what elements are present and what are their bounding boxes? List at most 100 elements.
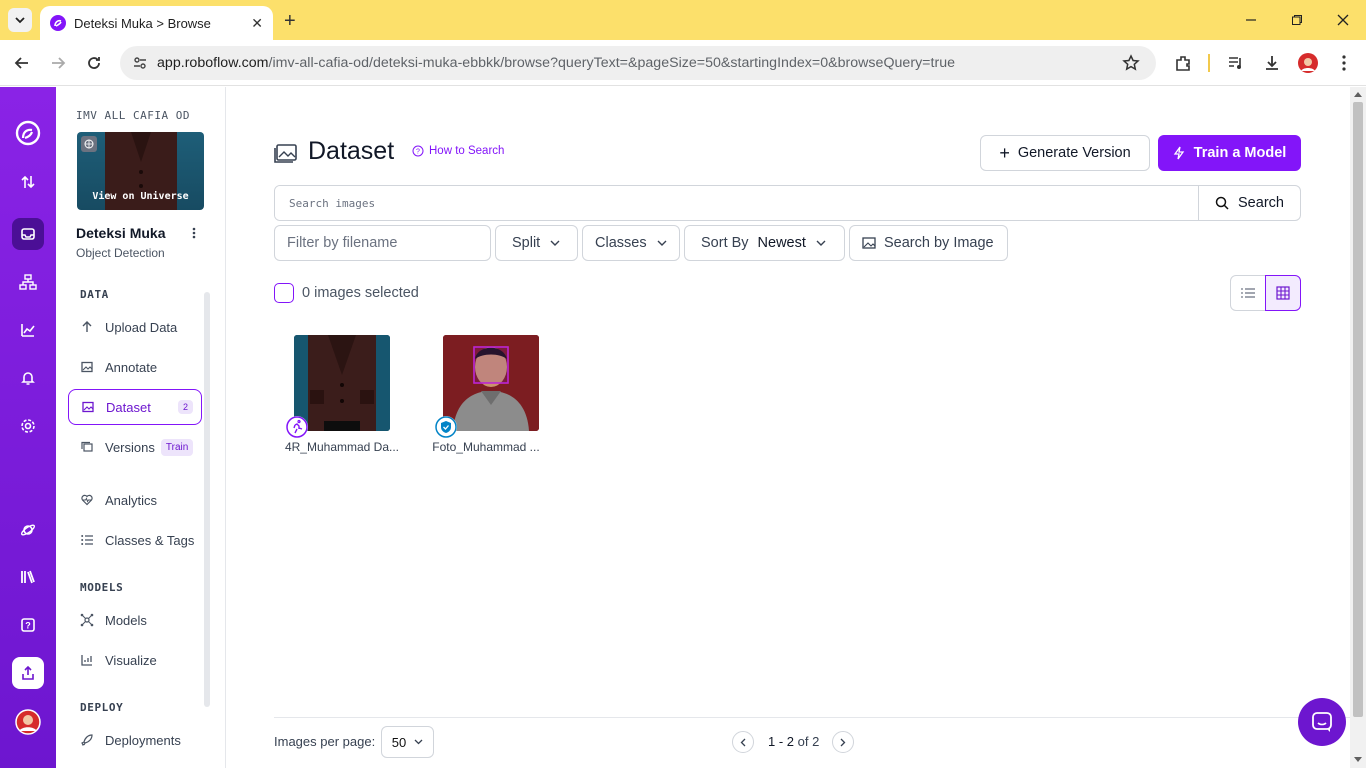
image-filename: Foto_Muhammad ... bbox=[432, 440, 540, 454]
reload-icon[interactable] bbox=[83, 52, 105, 74]
notifications-icon[interactable] bbox=[12, 362, 44, 394]
back-icon[interactable] bbox=[11, 52, 33, 74]
heart-pulse-icon bbox=[80, 493, 94, 507]
section-data: DATA bbox=[80, 288, 109, 301]
sidebar-item-dataset[interactable]: Dataset 2 bbox=[68, 389, 202, 425]
sidebar-item-label: Models bbox=[105, 612, 147, 628]
universe-icon[interactable] bbox=[12, 514, 44, 546]
tab-search-button[interactable] bbox=[8, 8, 32, 32]
minimize-icon[interactable] bbox=[1241, 10, 1261, 30]
train-model-button[interactable]: Train a Model bbox=[1158, 135, 1301, 171]
bolt-icon bbox=[1173, 146, 1184, 160]
forward-icon[interactable] bbox=[47, 52, 69, 74]
browser-tab-bar: Deteksi Muka > Browse ✕ + bbox=[0, 0, 1366, 40]
sidebar-item-analytics[interactable]: Analytics bbox=[68, 482, 202, 518]
search-by-image-button[interactable]: Search by Image bbox=[849, 225, 1008, 261]
select-all-checkbox[interactable] bbox=[274, 283, 294, 303]
image-filename: 4R_Muhammad Da... bbox=[284, 440, 400, 454]
search-input[interactable] bbox=[275, 186, 1198, 220]
transfer-icon[interactable] bbox=[12, 166, 44, 198]
restore-icon[interactable] bbox=[1287, 10, 1307, 30]
project-thumbnail[interactable]: View on Universe bbox=[77, 132, 204, 210]
page-scrollbar[interactable] bbox=[1350, 87, 1366, 768]
chevron-left-icon bbox=[740, 738, 746, 746]
tab-title: Deteksi Muka > Browse bbox=[74, 15, 211, 31]
project-name: Deteksi Muka bbox=[76, 225, 166, 241]
browser-menu-icon[interactable] bbox=[1333, 52, 1355, 74]
workflows-icon[interactable] bbox=[12, 266, 44, 298]
project-type: Object Detection bbox=[76, 246, 165, 260]
sidebar-item-label: Analytics bbox=[105, 492, 158, 508]
search-button[interactable]: Search bbox=[1198, 186, 1300, 220]
workspace-name: IMV ALL CAFIA OD bbox=[76, 109, 190, 122]
sidebar-scrollbar[interactable] bbox=[204, 292, 210, 707]
images-per-page-select[interactable]: 50 bbox=[381, 726, 434, 758]
image-icon bbox=[862, 237, 876, 249]
sidebar-item-label: Classes & Tags bbox=[105, 532, 195, 548]
image-card[interactable] bbox=[443, 335, 539, 431]
monitoring-icon[interactable] bbox=[12, 314, 44, 346]
extensions-icon[interactable] bbox=[1172, 52, 1194, 74]
close-tab-icon[interactable]: ✕ bbox=[251, 15, 263, 32]
site-settings-icon[interactable] bbox=[132, 55, 148, 71]
sidebar-item-upload-data[interactable]: Upload Data bbox=[68, 309, 202, 345]
annotating-status-icon bbox=[286, 416, 308, 438]
main-content: Dataset ? How to Search + Generate Versi… bbox=[226, 87, 1350, 768]
media-controls-icon[interactable] bbox=[1225, 52, 1247, 74]
page-indicator: 1 - 2 of 2 bbox=[768, 734, 820, 749]
project-sidebar: IMV ALL CAFIA OD View on Universe Deteks… bbox=[56, 87, 226, 768]
sidebar-item-models[interactable]: Models bbox=[68, 602, 202, 638]
grid-view-toggle[interactable] bbox=[1265, 275, 1301, 311]
sidebar-item-label: Dataset bbox=[106, 399, 151, 415]
app-rail: ? bbox=[0, 87, 56, 768]
download-icon[interactable] bbox=[1261, 52, 1283, 74]
chart-icon bbox=[80, 653, 94, 667]
split-dropdown[interactable]: Split bbox=[495, 225, 578, 261]
how-to-search-link[interactable]: ? How to Search bbox=[412, 145, 504, 157]
sidebar-item-label: Upload Data bbox=[105, 319, 178, 335]
project-menu-icon[interactable] bbox=[192, 227, 196, 239]
sort-value: Newest bbox=[757, 235, 806, 251]
dataset-images-icon bbox=[274, 142, 298, 164]
close-window-icon[interactable] bbox=[1333, 10, 1353, 30]
next-page-button[interactable] bbox=[832, 731, 854, 753]
classes-dropdown[interactable]: Classes bbox=[582, 225, 680, 261]
docs-icon[interactable] bbox=[12, 561, 44, 593]
sidebar-item-annotate[interactable]: Annotate bbox=[68, 349, 202, 385]
images-icon bbox=[81, 400, 95, 414]
filename-filter-input[interactable] bbox=[287, 235, 478, 251]
arrow-up-icon bbox=[80, 320, 94, 334]
url-text: app.roboflow.com/imv-all-cafia-od/deteks… bbox=[157, 55, 956, 71]
selected-count: 0 images selected bbox=[302, 285, 419, 301]
chevron-down-icon bbox=[657, 240, 667, 246]
search-bar: Search bbox=[274, 185, 1301, 221]
section-deploy: DEPLOY bbox=[80, 701, 124, 714]
prev-page-button[interactable] bbox=[732, 731, 754, 753]
scrollbar-thumb[interactable] bbox=[1353, 102, 1363, 717]
sidebar-item-visualize[interactable]: Visualize bbox=[68, 642, 202, 678]
new-tab-icon[interactable]: + bbox=[284, 10, 296, 33]
svg-text:?: ? bbox=[25, 621, 31, 631]
browser-tab[interactable]: Deteksi Muka > Browse ✕ bbox=[40, 6, 273, 40]
chat-support-button[interactable] bbox=[1298, 698, 1346, 746]
address-bar[interactable]: app.roboflow.com/imv-all-cafia-od/deteks… bbox=[120, 46, 1156, 80]
bookmark-star-icon[interactable] bbox=[1122, 54, 1140, 72]
footer-divider bbox=[274, 717, 1350, 718]
upgrade-icon[interactable] bbox=[12, 657, 44, 689]
sidebar-item-versions[interactable]: Versions Train bbox=[68, 429, 202, 465]
image-card[interactable] bbox=[294, 335, 390, 431]
list-view-toggle[interactable] bbox=[1230, 275, 1266, 311]
sort-dropdown[interactable]: Sort By Newest bbox=[684, 225, 845, 261]
sidebar-item-label: Annotate bbox=[105, 359, 158, 375]
sidebar-item-label: Visualize bbox=[105, 652, 157, 668]
sidebar-item-deployments[interactable]: Deployments bbox=[68, 722, 202, 758]
user-avatar[interactable] bbox=[12, 706, 44, 738]
generate-version-button[interactable]: + Generate Version bbox=[980, 135, 1150, 171]
projects-icon[interactable] bbox=[12, 218, 44, 250]
view-on-universe-link[interactable]: View on Universe bbox=[77, 191, 204, 202]
profile-avatar[interactable] bbox=[1297, 52, 1319, 74]
sidebar-item-classes-tags[interactable]: Classes & Tags bbox=[68, 522, 202, 558]
help-icon[interactable]: ? bbox=[12, 609, 44, 641]
settings-icon[interactable] bbox=[12, 410, 44, 442]
roboflow-logo-icon[interactable] bbox=[12, 117, 44, 149]
